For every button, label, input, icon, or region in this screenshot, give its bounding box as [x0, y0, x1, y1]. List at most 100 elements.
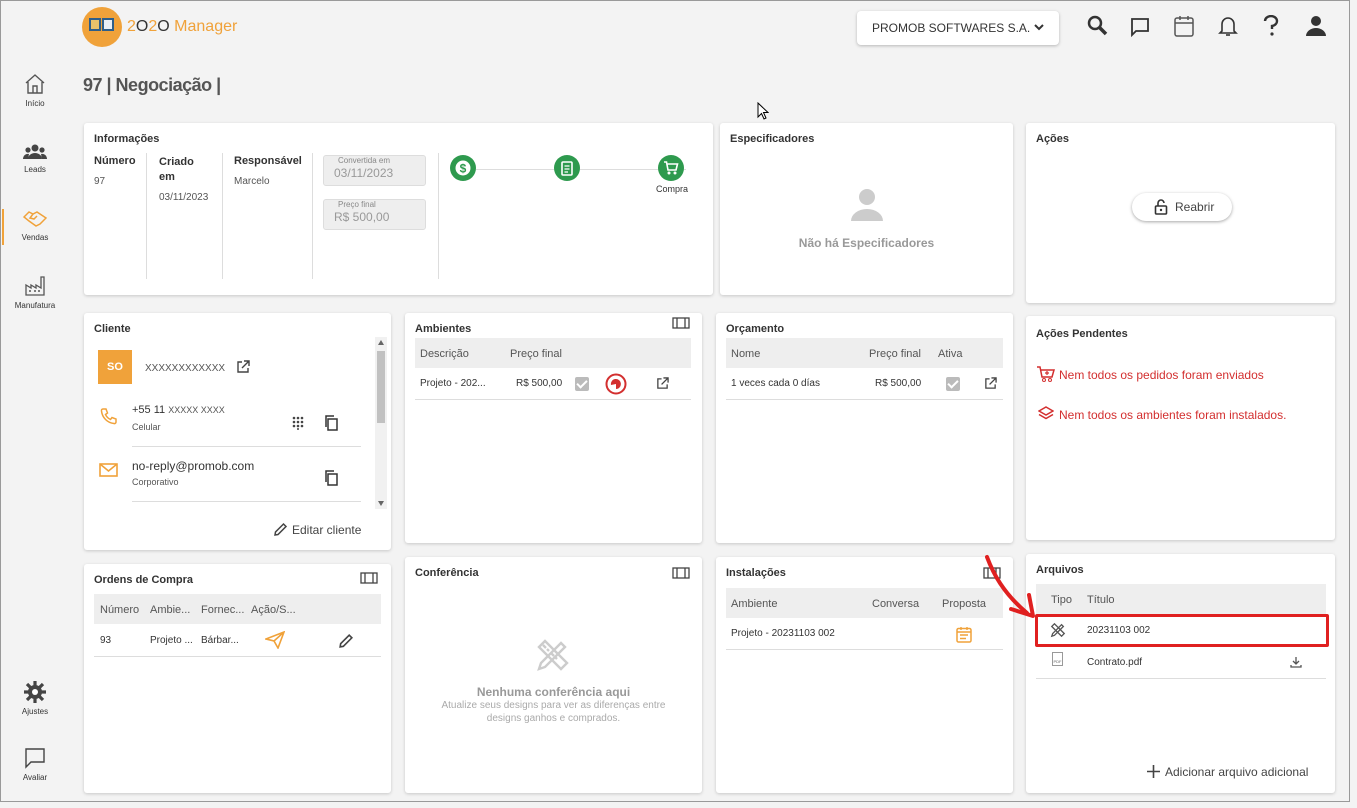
preco-label: Preço final: [338, 200, 376, 209]
calendar-icon[interactable]: [1174, 15, 1194, 37]
client-name: XXXXXXXXXXXX: [145, 363, 226, 374]
numero-value: 97: [94, 176, 106, 187]
ambientes-card: Ambientes Descrição Preço final Projeto …: [405, 313, 702, 543]
orcamento-table-header: Nome Preço final Ativa: [726, 338, 1003, 368]
open-external-icon[interactable]: [236, 360, 250, 374]
scroll-down-icon[interactable]: [378, 501, 384, 506]
cart-icon: [664, 161, 679, 175]
row-ambiente: Projeto ...: [150, 635, 193, 646]
especificadores-card: Especificadores Não há Especificadores: [720, 123, 1013, 295]
table-row[interactable]: Projeto - 202... R$ 500,00: [415, 368, 691, 400]
col-ambiente: Ambiente: [731, 598, 778, 610]
reabrir-label: Reabrir: [1175, 200, 1215, 214]
download-icon[interactable]: [1290, 656, 1302, 668]
table-row[interactable]: 93 Projeto ... Bárbar...: [94, 625, 381, 657]
sidebar-item-manufatura[interactable]: Manufatura: [2, 275, 68, 310]
page-title: 97 | Negociação |: [83, 75, 221, 95]
gear-icon: [24, 681, 46, 703]
step-payment[interactable]: $: [450, 155, 476, 181]
edit-client-button[interactable]: Editar cliente: [273, 522, 361, 537]
columns-icon[interactable]: [672, 567, 690, 579]
open-external-icon[interactable]: [656, 377, 669, 390]
user-icon[interactable]: [1305, 15, 1327, 37]
col-acao: Ação/S...: [251, 604, 296, 616]
sidebar-item-vendas[interactable]: Vendas: [2, 209, 68, 242]
scroll-thumb[interactable]: [377, 351, 385, 423]
row-numero: 93: [100, 635, 112, 646]
promob-render-icon[interactable]: [605, 373, 627, 395]
sidebar-item-leads[interactable]: Leads: [2, 143, 68, 174]
progress-line: [476, 169, 686, 170]
pencil-icon: [274, 522, 288, 536]
client-scrollbar[interactable]: [375, 337, 387, 509]
mouse-cursor-icon: [757, 102, 769, 120]
divider: [438, 153, 439, 279]
orcamento-title: Orçamento: [726, 323, 785, 335]
sidebar-item-inicio[interactable]: Início: [2, 73, 68, 108]
row-preco: R$ 500,00: [516, 378, 563, 389]
preco-value: R$ 500,00: [334, 210, 390, 224]
app-frame: 2O2O Manager PROMOB SOFTWARES S.A. Iníci…: [0, 0, 1350, 802]
calendar-list-icon[interactable]: [956, 626, 972, 643]
cliente-title: Cliente: [94, 323, 131, 335]
columns-icon[interactable]: [672, 317, 690, 329]
divider: [132, 446, 361, 447]
col-tipo: Tipo: [1051, 594, 1072, 606]
help-icon[interactable]: [1263, 15, 1279, 37]
lock-icon: [1154, 199, 1168, 215]
convertida-label: Convertida em: [338, 156, 391, 165]
col-conversa: Conversa: [872, 598, 920, 610]
columns-icon[interactable]: [360, 572, 378, 584]
chat-icon[interactable]: [1130, 17, 1150, 37]
step-purchase[interactable]: [658, 155, 684, 181]
table-row[interactable]: PDF Contrato.pdf: [1036, 647, 1326, 679]
conferencia-empty-line2: designs ganhos e comprados.: [486, 713, 621, 724]
arquivos-table-header: Tipo Título: [1036, 584, 1326, 614]
sidebar-item-ajustes[interactable]: Ajustes: [2, 681, 68, 716]
sidebar-item-avaliar[interactable]: Avaliar: [2, 747, 68, 782]
add-file-button[interactable]: Adicionar arquivo adicional: [1147, 765, 1308, 779]
pencil-icon[interactable]: [338, 633, 354, 649]
table-row[interactable]: Projeto - 20231103 002: [726, 618, 1003, 650]
reabrir-button[interactable]: Reabrir: [1132, 193, 1232, 221]
search-icon[interactable]: [1087, 15, 1109, 37]
bell-icon[interactable]: [1218, 15, 1238, 37]
app-logo[interactable]: [82, 7, 122, 47]
numero-label: Número: [94, 155, 136, 167]
phone-icon: [100, 408, 117, 425]
company-selector[interactable]: PROMOB SOFTWARES S.A.: [857, 11, 1059, 45]
info-title: Informações: [94, 133, 160, 145]
company-label: PROMOB SOFTWARES S.A.: [872, 21, 1031, 35]
pdf-file-icon: PDF: [1052, 652, 1063, 666]
conferencia-card: Conferência Nenhuma conferência aqui Atu…: [405, 557, 702, 793]
col-ativa: Ativa: [938, 348, 963, 360]
copy-icon[interactable]: [324, 470, 338, 486]
handshake-icon: [23, 211, 47, 227]
scroll-up-icon[interactable]: [378, 340, 384, 345]
ordens-card: Ordens de Compra Número Ambie... Fornec.…: [84, 564, 391, 793]
ambientes-table-header: Descrição Preço final: [415, 338, 691, 368]
criado-value: 03/11/2023: [159, 192, 209, 203]
person-icon: [851, 189, 883, 221]
home-icon: [25, 74, 45, 94]
col-nome: Nome: [731, 348, 761, 360]
pendentes-card: Ações Pendentes Nem todos os pedidos for…: [1026, 316, 1335, 540]
acoes-card: Ações Reabrir: [1026, 123, 1335, 303]
divider: [146, 153, 147, 279]
dialpad-icon[interactable]: [292, 416, 304, 430]
send-icon[interactable]: [265, 631, 285, 649]
pending-item[interactable]: Nem todos os ambientes foram instalados.: [1037, 406, 1286, 422]
row-ambiente: Projeto - 20231103 002: [731, 628, 835, 639]
open-external-icon[interactable]: [984, 377, 997, 390]
step-documents[interactable]: [554, 155, 580, 181]
email-type: Corporativo: [132, 477, 179, 487]
divider: [312, 153, 313, 279]
pending-item[interactable]: Nem todos os pedidos foram enviados: [1036, 365, 1264, 383]
instalacoes-table-header: Ambiente Conversa Proposta: [726, 588, 1003, 618]
col-descricao: Descrição: [420, 348, 469, 360]
col-proposta: Proposta: [942, 598, 987, 610]
checkbox[interactable]: [946, 377, 960, 391]
copy-icon[interactable]: [324, 415, 338, 431]
table-row[interactable]: 1 veces cada 0 días R$ 500,00: [726, 368, 1003, 400]
checkbox[interactable]: [575, 377, 589, 391]
